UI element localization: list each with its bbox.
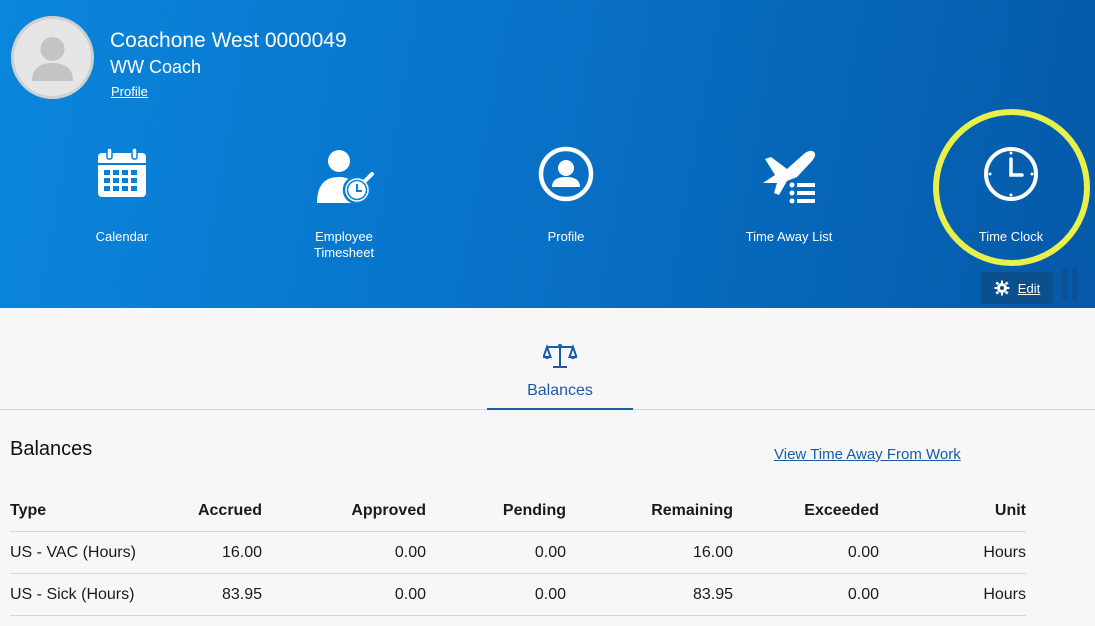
header-banner: Coachone West 0000049 WW Coach Profile C…: [0, 0, 1095, 308]
edit-label: Edit: [1017, 280, 1041, 296]
cell-unit: Hours: [983, 544, 1026, 561]
col-header-remaining: Remaining: [651, 502, 733, 519]
cell-exceeded: 0.00: [847, 586, 879, 603]
tile-employee-timesheet-label: Employee Timesheet: [313, 229, 375, 260]
scales-icon: [543, 343, 577, 368]
tile-profile-label: Profile: [547, 229, 585, 244]
resize-grip[interactable]: [1062, 268, 1082, 300]
table-row: US - VAC (Hours) 16.00 0.00 0.00 16.00 0…: [10, 532, 1026, 574]
edit-button[interactable]: Edit: [981, 272, 1053, 304]
user-silhouette-icon: [32, 37, 73, 81]
cell-accrued: 83.95: [221, 586, 262, 603]
cell-remaining: 83.95: [692, 586, 733, 603]
cell-unit: Hours: [983, 586, 1026, 603]
cell-type: US - VAC (Hours): [10, 544, 136, 561]
balances-title: Balances: [10, 438, 93, 460]
airplane-list-icon: [763, 150, 816, 204]
col-header-pending: Pending: [502, 502, 566, 519]
tile-time-away-list[interactable]: Time Away List: [714, 145, 864, 245]
cell-type: US - Sick (Hours): [10, 586, 135, 603]
cell-pending: 0.00: [534, 544, 566, 561]
calendar-icon: [98, 147, 146, 197]
user-name: Coachone West 0000049: [110, 29, 347, 52]
profile-link[interactable]: Profile: [111, 84, 148, 99]
tile-employee-timesheet[interactable]: Employee Timesheet: [269, 145, 419, 261]
col-header-exceeded: Exceeded: [804, 502, 879, 519]
profile-circle-icon: [538, 146, 594, 202]
cell-accrued: 16.00: [221, 544, 262, 561]
col-header-type: Type: [10, 502, 47, 519]
tile-calendar[interactable]: Calendar: [47, 145, 197, 245]
cell-exceeded: 0.00: [847, 544, 879, 561]
avatar: [11, 16, 94, 99]
table-row: US - Sick (Hours) 83.95 0.00 0.00 83.95 …: [10, 574, 1026, 616]
cell-approved: 0.00: [394, 586, 426, 603]
gear-icon: [994, 280, 1010, 296]
tab-balances-label: Balances: [527, 382, 593, 399]
view-time-away-link[interactable]: View Time Away From Work: [774, 446, 961, 463]
tile-calendar-label: Calendar: [95, 229, 149, 244]
highlight-circle-annotation: [933, 109, 1090, 266]
tab-balances[interactable]: Balances: [487, 308, 633, 410]
cell-approved: 0.00: [394, 544, 426, 561]
col-header-unit: Unit: [994, 502, 1026, 519]
col-header-approved: Approved: [351, 502, 426, 519]
table-header-row: Type Accrued Approved Pending Remaining …: [10, 490, 1026, 532]
user-role: WW Coach: [110, 57, 202, 77]
tile-profile[interactable]: Profile: [491, 145, 641, 245]
cell-pending: 0.00: [534, 586, 566, 603]
tile-time-away-list-label: Time Away List: [745, 229, 833, 244]
employee-timesheet-icon: [317, 150, 374, 205]
tab-bar: Balances: [0, 308, 1095, 410]
col-header-accrued: Accrued: [197, 502, 262, 519]
balances-table: Type Accrued Approved Pending Remaining …: [10, 490, 1026, 616]
cell-remaining: 16.00: [692, 544, 733, 561]
